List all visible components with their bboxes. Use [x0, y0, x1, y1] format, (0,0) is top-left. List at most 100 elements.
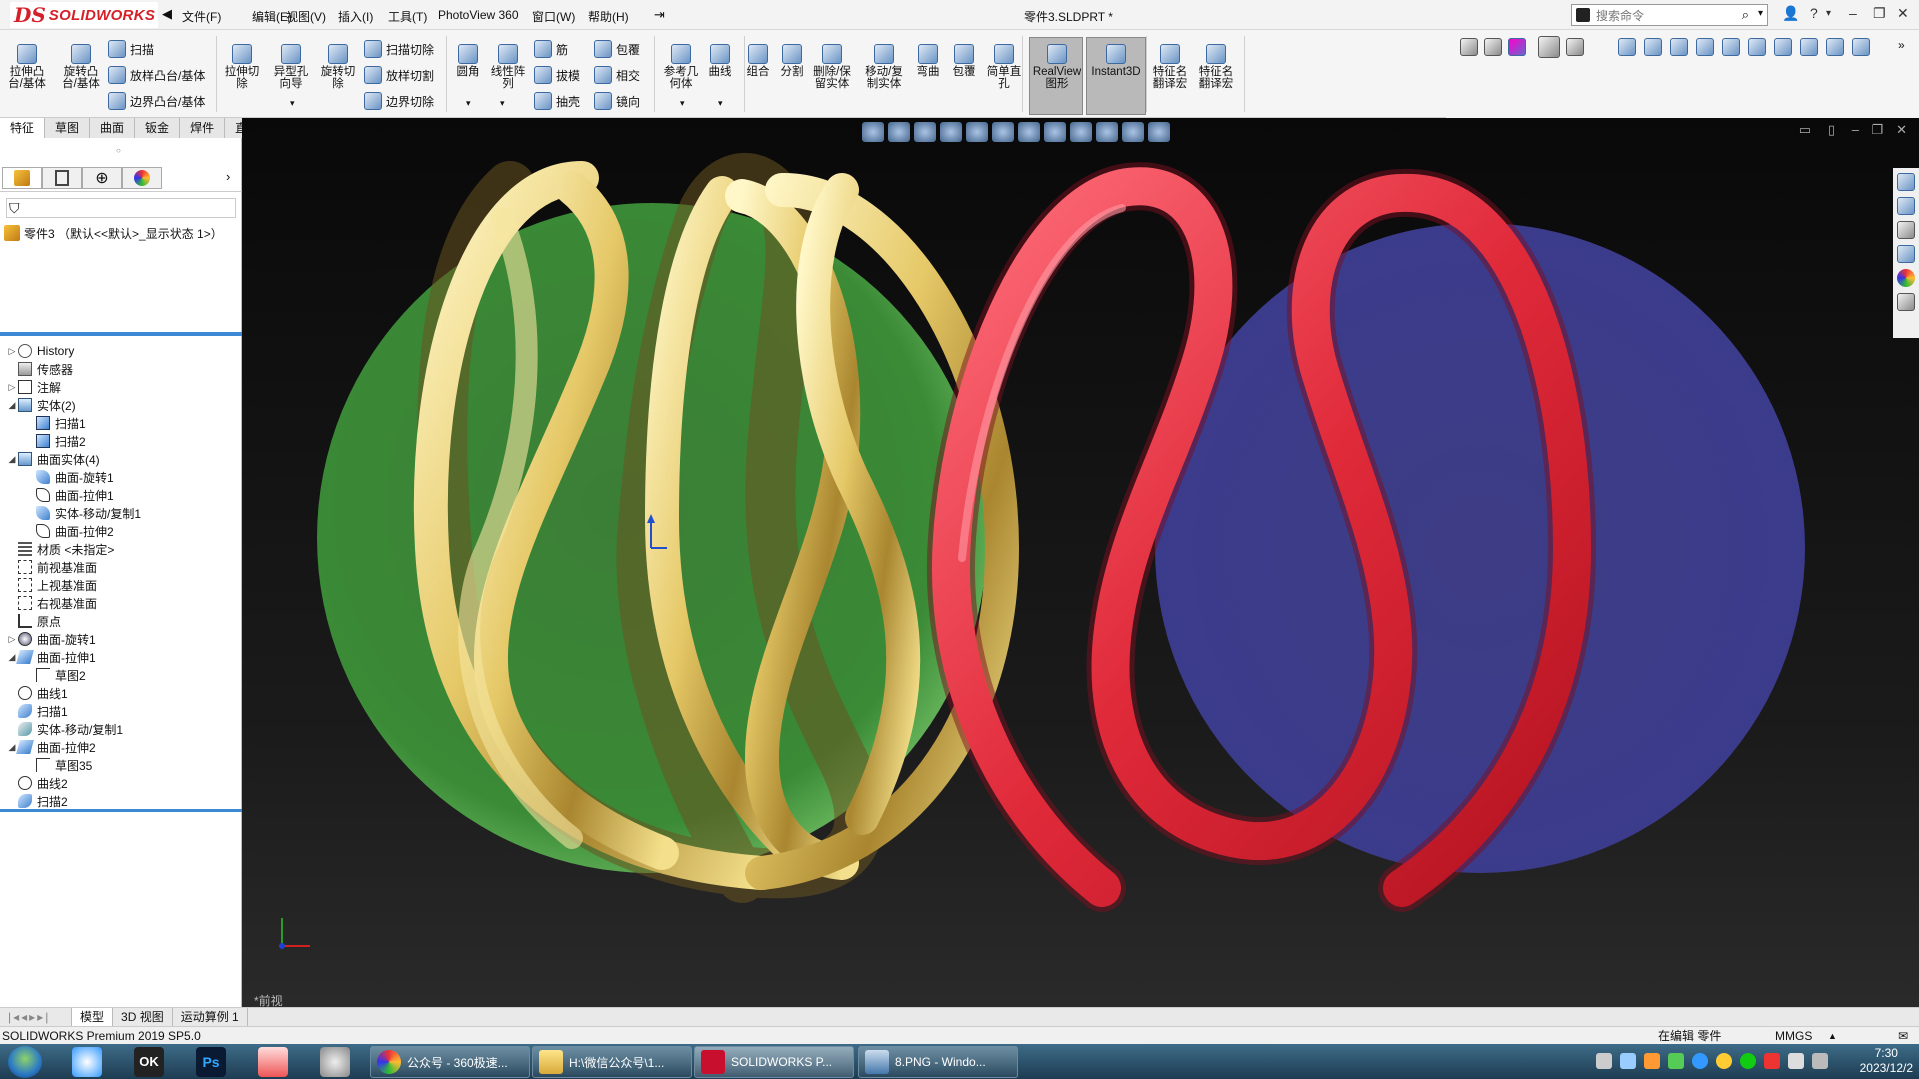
extrude-cut-button[interactable]: 拉伸切 除: [222, 44, 262, 90]
split-button[interactable]: 分割: [776, 44, 808, 78]
instant3d-button[interactable]: Instant3D: [1086, 44, 1146, 78]
propertymanager-tab-icon[interactable]: [42, 167, 82, 189]
revolve-cut-button[interactable]: 旋转切 除: [318, 44, 358, 90]
tray-app-3-icon[interactable]: [1740, 1053, 1756, 1069]
taskbar-window-2[interactable]: SOLIDWORKS P...: [694, 1046, 854, 1078]
mirror-button[interactable]: 镜向: [594, 92, 640, 110]
expand-right-icon[interactable]: ▷: [6, 346, 18, 357]
start-button-icon[interactable]: [8, 1046, 42, 1078]
taskbar-window-0[interactable]: 公众号 - 360极速...: [370, 1046, 530, 1078]
wrap-button[interactable]: 包覆: [594, 40, 640, 58]
taskbar-window-3[interactable]: 8.PNG - Windo...: [858, 1046, 1018, 1078]
view-palette-icon[interactable]: [1897, 245, 1915, 263]
search-mode-icon[interactable]: [1576, 8, 1590, 22]
configurationmanager-tab-icon[interactable]: ⊕: [82, 167, 122, 189]
fillet-button[interactable]: 圆角: [452, 44, 484, 78]
tray-app-1-icon[interactable]: [1644, 1053, 1660, 1069]
boundary-boss-button[interactable]: 边界凸台/基体: [108, 92, 205, 110]
viewport-close-icon[interactable]: ✕: [1896, 122, 1907, 138]
viewport-restore-icon[interactable]: ❐: [1871, 122, 1883, 138]
expand-down-icon[interactable]: ◢: [6, 454, 18, 465]
minimize-icon[interactable]: –: [1849, 5, 1857, 21]
view-tool-6-icon[interactable]: [1748, 38, 1766, 56]
appearances-icon[interactable]: [1897, 269, 1915, 287]
display-style-icon[interactable]: [1018, 122, 1040, 142]
apply-scene-icon[interactable]: [1096, 122, 1118, 142]
curves-button[interactable]: 曲线: [704, 44, 736, 78]
view-tool-3-icon[interactable]: [1670, 38, 1688, 56]
tab-scroll-arrows-icon[interactable]: |◂◂▸▸|: [0, 1008, 72, 1026]
panel-grip-icon[interactable]: ○: [116, 146, 121, 155]
taskbar-clock[interactable]: 7:30 2023/12/2: [1860, 1046, 1913, 1076]
chevron-down-icon[interactable]: ▾: [1758, 8, 1763, 19]
pinned-app-5-icon[interactable]: [320, 1047, 350, 1077]
help-icon[interactable]: ?: [1810, 5, 1818, 21]
ribbon-dropdown-4-icon[interactable]: ▾: [718, 98, 723, 109]
tray-app-4-icon[interactable]: [1764, 1053, 1780, 1069]
sweep-button[interactable]: 扫描: [108, 40, 154, 58]
tray-keyboard-icon[interactable]: [1596, 1053, 1612, 1069]
tray-wechat-icon[interactable]: [1668, 1053, 1684, 1069]
viewport-minimize-icon[interactable]: –: [1852, 122, 1859, 137]
toolbar-overflow-icon[interactable]: »: [1898, 38, 1905, 52]
appearance-tab-icon[interactable]: [122, 167, 162, 189]
zoom-area-icon[interactable]: [888, 122, 910, 142]
chevron-right-icon[interactable]: ›: [226, 169, 230, 184]
bottom-tab-0[interactable]: 模型: [72, 1008, 114, 1026]
view-settings-icon[interactable]: [1122, 122, 1144, 142]
view-tool-9-icon[interactable]: [1826, 38, 1844, 56]
section-view-icon[interactable]: [940, 122, 962, 142]
status-message-icon[interactable]: ✉: [1898, 1027, 1908, 1045]
dynamic-annotation-icon[interactable]: [966, 122, 988, 142]
view-tool-8-icon[interactable]: [1800, 38, 1818, 56]
wrap-big-button[interactable]: 包覆: [948, 44, 980, 78]
expand-right-icon[interactable]: ▷: [6, 382, 18, 393]
hide-show-icon[interactable]: [1044, 122, 1066, 142]
help-dropdown-icon[interactable]: ▾: [1826, 8, 1831, 19]
menu-item-6[interactable]: 窗口(W): [532, 8, 575, 25]
select-cursor-icon[interactable]: [1538, 36, 1560, 58]
feature-name-translate-2-button[interactable]: 特征名 翻译宏: [1194, 44, 1238, 90]
view-tool-1-icon[interactable]: [1618, 38, 1636, 56]
menu-item-4[interactable]: 工具(T): [388, 8, 427, 25]
filter-faces-icon[interactable]: [1484, 38, 1502, 56]
ribbon-dropdown-2-icon[interactable]: ▾: [500, 98, 505, 109]
expand-menu-arrow-icon[interactable]: ◀: [162, 6, 172, 22]
intersect-button[interactable]: 相交: [594, 66, 640, 84]
flex-button[interactable]: 弯曲: [912, 44, 944, 78]
tray-qq-icon[interactable]: [1716, 1053, 1732, 1069]
filter-icon[interactable]: [1460, 38, 1478, 56]
pinned-app-1-icon[interactable]: [72, 1047, 102, 1077]
status-units[interactable]: MMGS: [1775, 1027, 1812, 1045]
tab-1[interactable]: 草图: [45, 118, 91, 138]
tray-network-icon[interactable]: [1620, 1053, 1636, 1069]
simple-hole-button[interactable]: 简单直 孔: [984, 44, 1024, 90]
tab-2[interactable]: 曲面: [90, 118, 136, 138]
pin-menu-icon[interactable]: ⇥: [654, 7, 665, 23]
3d-model-scene[interactable]: [242, 118, 1919, 1007]
menu-item-7[interactable]: 帮助(H): [588, 8, 629, 25]
search-command-input[interactable]: 搜索命令 ⌕ ▾: [1571, 4, 1768, 26]
expand-down-icon[interactable]: ◢: [6, 400, 18, 411]
tray-app-2-icon[interactable]: [1692, 1053, 1708, 1069]
featuremanager-tab-icon[interactable]: [2, 167, 42, 189]
filter-toolbar-icon[interactable]: [1508, 38, 1526, 56]
solidworks-resources-icon[interactable]: [1897, 173, 1915, 191]
expand-right-icon[interactable]: ▷: [6, 634, 18, 645]
close-icon[interactable]: ✕: [1897, 5, 1909, 22]
ribbon-dropdown-0-icon[interactable]: ▾: [290, 98, 295, 109]
tab-4[interactable]: 焊件: [180, 118, 226, 138]
display-settings-icon[interactable]: [1148, 122, 1170, 142]
viewport-layout-2-icon[interactable]: ▯: [1828, 122, 1835, 138]
photoshop-icon[interactable]: Ps: [196, 1047, 226, 1077]
right-sphere-surface[interactable]: [1155, 223, 1805, 873]
tree-root[interactable]: 零件3 （默认<<默认>_显示状态 1>）: [4, 222, 223, 244]
bottom-tab-2[interactable]: 运动算例 1: [173, 1008, 248, 1026]
loft-button[interactable]: 放样凸台/基体: [108, 66, 205, 84]
view-tool-2-icon[interactable]: [1644, 38, 1662, 56]
realview-button[interactable]: RealView 图形: [1030, 44, 1084, 90]
linear-pattern-button[interactable]: 线性阵 列: [485, 44, 531, 90]
revolve-boss-button[interactable]: 旋转凸 台/基体: [58, 44, 104, 90]
combine-button[interactable]: 组合: [742, 44, 774, 78]
tree-filter-input[interactable]: ⛉: [6, 198, 236, 218]
